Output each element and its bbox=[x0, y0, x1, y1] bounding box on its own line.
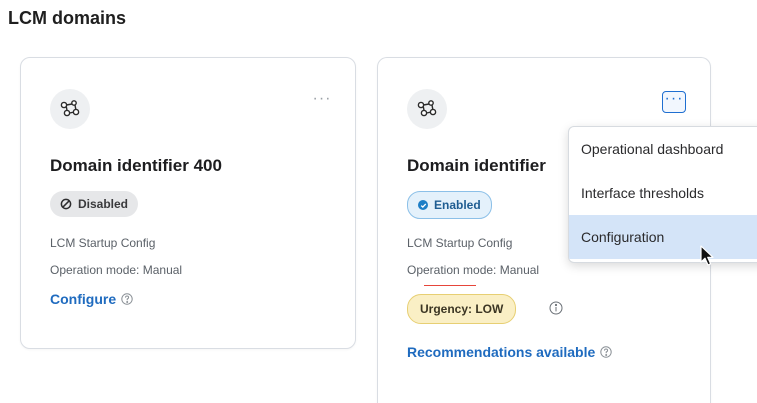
card-title: Domain identifier bbox=[407, 156, 546, 175]
info-icon[interactable] bbox=[549, 301, 563, 315]
more-options-button[interactable]: ··· bbox=[311, 89, 333, 112]
operation-mode: Operation mode: Manual bbox=[407, 263, 540, 277]
menu-item-configuration[interactable]: Configuration bbox=[569, 215, 757, 259]
config-name: LCM Startup Config bbox=[50, 236, 156, 250]
more-options-icon: ··· bbox=[664, 89, 684, 107]
status-label: Enabled bbox=[434, 198, 481, 212]
domain-card[interactable]: ··· Domain identifier 400 Disabled LCM S… bbox=[20, 57, 356, 349]
card-title: Domain identifier 400 bbox=[50, 156, 222, 175]
network-nodes-icon bbox=[50, 89, 90, 129]
config-name: LCM Startup Config bbox=[407, 236, 513, 250]
configure-label: Configure bbox=[50, 291, 117, 307]
status-badge: Enabled bbox=[407, 191, 492, 219]
status-label: Disabled bbox=[78, 197, 129, 211]
configure-link[interactable]: Configure bbox=[50, 291, 133, 307]
mouse-cursor-icon bbox=[700, 245, 714, 266]
section-title: LCM domains bbox=[8, 8, 127, 28]
menu-item-interface-thresholds[interactable]: Interface thresholds bbox=[569, 171, 757, 215]
disabled-circle-icon bbox=[60, 198, 72, 210]
network-nodes-icon bbox=[407, 89, 447, 129]
more-options-button[interactable]: ··· bbox=[662, 89, 686, 113]
help-circle-icon[interactable] bbox=[121, 293, 133, 305]
status-badge: Disabled bbox=[50, 191, 139, 217]
options-menu: Operational dashboard Interface threshol… bbox=[568, 126, 757, 263]
urgency-badge: Urgency: LOW bbox=[407, 294, 517, 324]
more-options-icon: ··· bbox=[312, 89, 332, 107]
recommendations-link[interactable]: Recommendations available bbox=[407, 344, 612, 360]
spellcheck-underline bbox=[424, 285, 476, 286]
recommendations-label: Recommendations available bbox=[407, 344, 596, 360]
operation-mode: Operation mode: Manual bbox=[50, 263, 183, 277]
check-circle-icon bbox=[418, 200, 428, 210]
help-circle-icon[interactable] bbox=[600, 346, 612, 358]
menu-item-operational-dashboard[interactable]: Operational dashboard bbox=[569, 127, 757, 171]
